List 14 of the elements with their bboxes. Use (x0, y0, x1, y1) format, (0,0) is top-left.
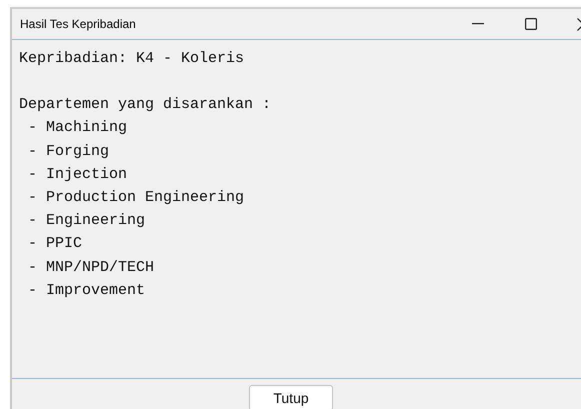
department-item: - Forging (27, 142, 110, 162)
department-item: - PPIC (27, 234, 84, 254)
department-item: - Production Engineering (27, 188, 246, 208)
minimize-icon[interactable] (472, 23, 484, 25)
department-item: - MNP/NPD/TECH (27, 258, 156, 278)
result-text: Kepribadian: K4 - Koleris (19, 49, 246, 69)
maximize-icon[interactable] (524, 18, 536, 30)
department-item: - Engineering (27, 211, 146, 232)
close-button[interactable]: Tutup (249, 385, 333, 409)
department-item: - Machining (27, 118, 128, 138)
department-item: - Injection (27, 164, 128, 185)
section-label: Departemen yang disarankan : (19, 95, 272, 116)
window-title: Hasil Tes Kepribadian (19, 17, 137, 31)
department-item: - Improvement (27, 280, 146, 301)
